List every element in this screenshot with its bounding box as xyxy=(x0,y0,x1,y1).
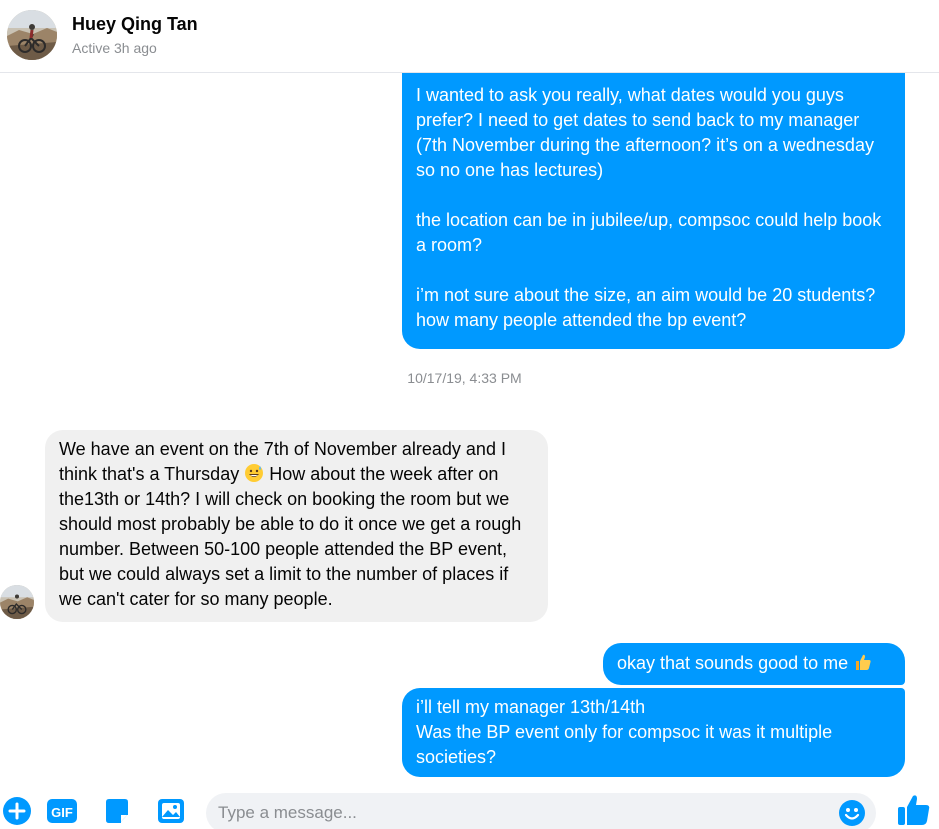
thumbs-up-emoji-icon xyxy=(856,654,871,670)
add-icon xyxy=(3,797,31,825)
gif-icon: GIF xyxy=(47,799,77,823)
message-input[interactable] xyxy=(218,801,818,825)
add-button[interactable] xyxy=(2,796,32,826)
contact-status: Active 3h ago xyxy=(72,40,157,56)
contact-small-avatar[interactable] xyxy=(0,585,34,619)
message-timestamp: 10/17/19, 4:33 PM xyxy=(407,370,522,386)
contact-avatar[interactable] xyxy=(7,10,57,60)
message-input-wrapper xyxy=(206,793,876,829)
avatar-photo-icon xyxy=(0,585,34,619)
avatar-photo-icon xyxy=(7,10,57,60)
message-composer: GIF xyxy=(0,780,939,829)
message-outgoing[interactable]: I wanted to ask you really, what dates w… xyxy=(402,73,905,349)
conversation-header: Huey Qing Tan Active 3h ago xyxy=(0,0,939,73)
emoji-button[interactable] xyxy=(838,799,866,827)
gif-button[interactable]: GIF xyxy=(46,796,77,826)
message-text: How about the week after on the13th or 1… xyxy=(59,464,527,609)
message-thread[interactable]: I wanted to ask you really, what dates w… xyxy=(0,73,939,780)
message-incoming[interactable]: We have an event on the 7th of November … xyxy=(45,430,548,622)
send-like-button[interactable] xyxy=(896,792,932,828)
smiley-icon xyxy=(839,800,865,826)
grinning-sweat-emoji-icon xyxy=(245,464,264,482)
image-icon xyxy=(158,799,184,823)
svg-text:GIF: GIF xyxy=(51,805,73,820)
contact-name[interactable]: Huey Qing Tan xyxy=(72,14,198,35)
image-button[interactable] xyxy=(156,796,186,826)
thumbs-up-icon xyxy=(898,795,930,825)
sticker-button[interactable] xyxy=(102,796,132,826)
message-outgoing[interactable]: okay that sounds good to me xyxy=(603,643,905,685)
message-outgoing[interactable]: i’ll tell my manager 13th/14th Was the B… xyxy=(402,688,905,777)
sticker-icon xyxy=(106,799,128,823)
message-text: okay that sounds good to me xyxy=(617,653,854,673)
